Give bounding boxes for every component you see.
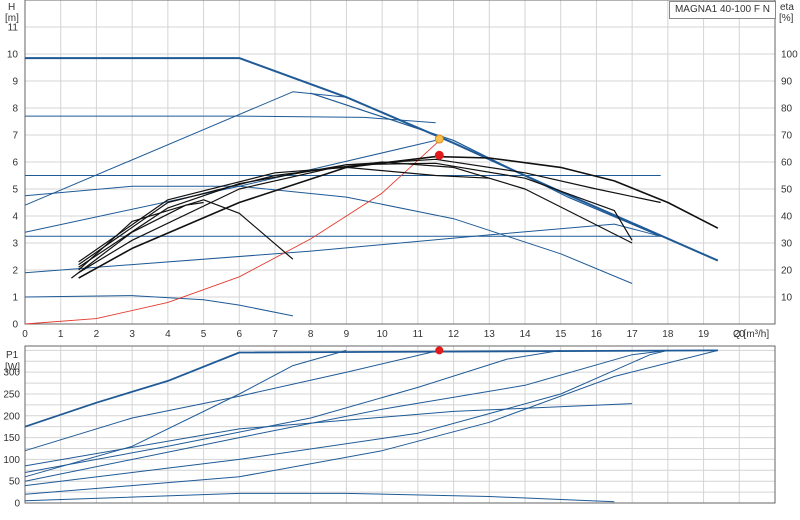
y2-tick-label: 20 <box>781 266 793 277</box>
series-power-2 <box>24 349 440 452</box>
x-tick-label: 6 <box>237 329 243 340</box>
y-tick-label: 0 <box>14 499 20 510</box>
y-tick-label: 1 <box>12 293 18 304</box>
x-tick-label: 10 <box>377 329 389 340</box>
x-axis-label: Q [m³/h] <box>733 329 769 340</box>
y-tick-label: 2 <box>12 266 18 277</box>
power-point-marker <box>435 346 444 355</box>
y-tick-label: 10 <box>7 50 19 61</box>
x-tick-label: 3 <box>129 329 135 340</box>
y2-axis-label: eta <box>780 2 794 13</box>
y2-tick-label: 100 <box>781 50 798 61</box>
y2-axis-unit: [%] <box>779 13 794 24</box>
y-tick-label: 3 <box>12 239 18 250</box>
y2-tick-label: 40 <box>781 212 793 223</box>
operating-point-marker <box>434 134 444 144</box>
x-tick-label: 9 <box>344 329 350 340</box>
y-tick-label: 9 <box>12 77 18 88</box>
y-tick-label: 6 <box>12 158 18 169</box>
x-tick-label: 16 <box>591 329 603 340</box>
x-tick-label: 1 <box>58 329 64 340</box>
y-tick-label: 50 <box>9 477 21 488</box>
x-tick-label: 19 <box>698 329 710 340</box>
y-tick-label: 200 <box>3 411 20 422</box>
series-eta-14 <box>78 161 633 266</box>
y-axis-unit: [W] <box>5 362 20 373</box>
x-tick-label: 13 <box>484 329 496 340</box>
series-power-8 <box>24 492 615 503</box>
pump-model-label: MAGNA1 40-100 F N <box>669 1 776 19</box>
series-head-3 <box>25 115 436 124</box>
head-efficiency-chart: 0 1 2 3 4 5 6 7 8 9 10 11 12 13 14 15 16 17 18 19 2001234567… <box>5 0 798 340</box>
y2-tick-label: 90 <box>781 77 793 88</box>
series-eta-17 <box>71 201 204 279</box>
x-tick-label: 18 <box>662 329 674 340</box>
y-axis-unit: [m] <box>5 13 19 24</box>
y-axis-label: P1 <box>6 350 19 361</box>
y2-tick-label: 70 <box>781 131 793 142</box>
y-axis-label: H <box>8 2 15 13</box>
y-tick-label: 8 <box>12 104 18 115</box>
y-tick-label: 11 <box>8 23 19 34</box>
x-tick-label: 14 <box>519 329 531 340</box>
series-power-max-0 <box>24 349 718 428</box>
y-tick-label: 100 <box>3 455 20 466</box>
y-tick-label: 150 <box>3 433 20 444</box>
x-tick-label: 12 <box>448 329 460 340</box>
x-tick-label: 4 <box>165 329 171 340</box>
pump-performance-chart: 0 1 2 3 4 5 6 7 8 9 10 11 12 13 14 15 16 17 18 19 2001234567… <box>3 0 798 510</box>
x-tick-label: 11 <box>413 329 424 340</box>
y2-tick-label: 60 <box>781 158 793 169</box>
y-tick-label: 7 <box>12 131 18 142</box>
plot-frame <box>24 345 776 504</box>
series-eta-13 <box>78 162 633 268</box>
x-tick-label: 8 <box>308 329 314 340</box>
x-tick-label: 7 <box>272 329 278 340</box>
x-tick-label: 15 <box>555 329 567 340</box>
x-tick-label: 17 <box>627 329 639 340</box>
x-tick-label: 5 <box>201 329 207 340</box>
power-chart: 050100150200250300P1[W] <box>3 345 776 510</box>
y-tick-label: 0 <box>12 320 18 331</box>
y-tick-label: 4 <box>12 212 18 223</box>
x-tick-label: 0 <box>22 329 28 340</box>
series-head-6 <box>24 185 633 284</box>
y2-tick-label: 30 <box>781 239 793 250</box>
y2-tick-label: 10 <box>781 293 793 304</box>
x-tick-label: 2 <box>94 329 100 340</box>
y2-tick-label: 80 <box>781 104 793 115</box>
series-head-2 <box>24 91 347 206</box>
series-eta-11 <box>78 155 719 279</box>
series-eta-15 <box>78 166 490 263</box>
y-tick-label: 250 <box>3 389 20 400</box>
y-tick-label: 5 <box>12 185 18 196</box>
eta-point-marker <box>434 150 444 160</box>
series-head-9 <box>24 295 293 317</box>
y2-tick-label: 50 <box>781 185 793 196</box>
